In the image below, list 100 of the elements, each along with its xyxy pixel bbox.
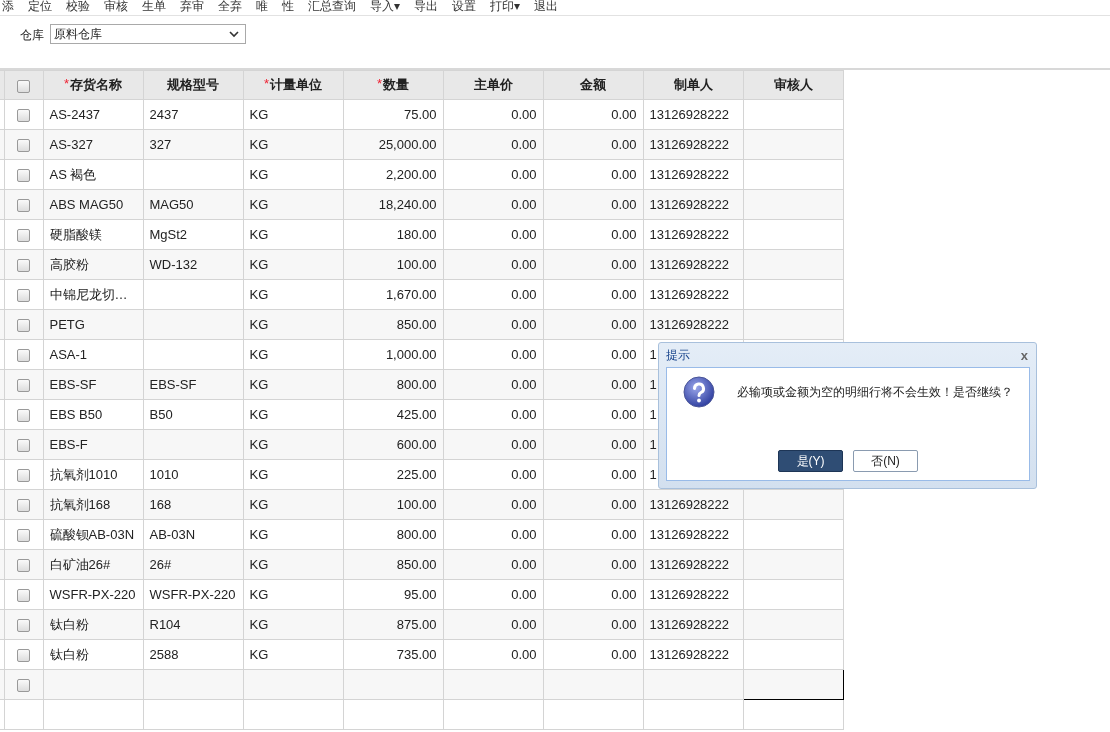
table-cell: EBS-F xyxy=(49,437,88,452)
table-cell: 高胶粉 xyxy=(49,256,89,272)
close-button[interactable]: x xyxy=(1018,347,1030,363)
focused-cell[interactable] xyxy=(743,669,843,700)
table-cell: KG xyxy=(249,377,269,392)
table-cell: 1 xyxy=(649,437,657,452)
toolbar-item[interactable]: 定位 xyxy=(28,0,52,15)
column-header: 计量单位 xyxy=(270,76,323,94)
toolbar-item[interactable]: 退出 xyxy=(534,0,559,15)
toolbar-item[interactable]: 添 xyxy=(2,0,14,15)
table-cell: 0.00 xyxy=(611,497,637,512)
table-cell: 抗氧剂168 xyxy=(49,496,111,512)
checkbox[interactable] xyxy=(17,319,30,333)
table-cell: 0.00 xyxy=(511,347,537,362)
required-mark: * xyxy=(263,76,270,93)
table-cell: KG xyxy=(249,527,269,542)
toolbar-item[interactable]: 弃审 xyxy=(180,0,204,15)
table-cell: 硬脂酸镁 xyxy=(49,226,102,242)
checkbox[interactable] xyxy=(17,109,30,123)
table-cell: 13126928222 xyxy=(649,257,730,272)
required-mark: * xyxy=(63,76,70,93)
toolbar-item[interactable]: 唯 xyxy=(256,0,268,15)
table-cell: 1 xyxy=(649,407,657,422)
table-cell: EBS-SF xyxy=(49,377,97,392)
checkbox[interactable] xyxy=(17,349,30,363)
table-cell: 0.00 xyxy=(511,197,537,212)
table-cell: KG xyxy=(249,107,269,122)
warehouse-select[interactable]: 原料仓库 xyxy=(50,24,246,44)
table-cell: 0.00 xyxy=(511,497,537,512)
table-cell: 100.00 xyxy=(396,497,437,512)
toolbar-item[interactable]: 校验 xyxy=(66,0,90,15)
checkbox[interactable] xyxy=(17,79,30,93)
table-cell: KG xyxy=(249,617,269,632)
column-header: 主单价 xyxy=(473,76,513,94)
toolbar-item[interactable]: 生单 xyxy=(142,0,166,15)
column-header: 制单人 xyxy=(673,76,713,94)
table-cell: 1010 xyxy=(149,467,179,482)
table-cell: 0.00 xyxy=(511,257,537,272)
yes-button[interactable]: 是(Y) xyxy=(778,450,843,472)
table-cell: KG xyxy=(249,587,269,602)
checkbox[interactable] xyxy=(17,469,30,483)
table-cell: 800.00 xyxy=(396,527,437,542)
checkbox[interactable] xyxy=(17,289,30,303)
table-cell: 0.00 xyxy=(511,557,537,572)
table-cell: 735.00 xyxy=(396,647,437,662)
table-cell: KG xyxy=(249,287,269,302)
table-cell: 0.00 xyxy=(611,407,637,422)
table-cell: 0.00 xyxy=(611,647,637,662)
checkbox[interactable] xyxy=(17,229,30,243)
checkbox[interactable] xyxy=(17,139,30,153)
table-cell: 0.00 xyxy=(511,377,537,392)
table-cell: KG xyxy=(249,197,269,212)
checkbox[interactable] xyxy=(17,529,30,543)
toolbar-item[interactable]: 性 xyxy=(282,0,294,15)
checkbox[interactable] xyxy=(17,589,30,603)
table-cell: 0.00 xyxy=(511,407,537,422)
checkbox[interactable] xyxy=(17,679,30,693)
table-cell: 800.00 xyxy=(396,377,437,392)
table-cell: 2437 xyxy=(149,107,179,122)
toolbar-item[interactable]: 全弃 xyxy=(218,0,242,15)
no-button[interactable]: 否(N) xyxy=(853,450,918,472)
table-cell: 850.00 xyxy=(396,557,437,572)
table-cell: 1 xyxy=(649,347,657,362)
toolbar-item[interactable]: 审核 xyxy=(104,0,128,15)
dialog-message: 必输项或金额为空的明细行将不会生效！是否继续？ xyxy=(737,383,1013,401)
table-cell: 1,670.00 xyxy=(385,287,437,302)
table-cell: AS 褐色 xyxy=(49,166,97,182)
table-cell: 抗氧剂1010 xyxy=(49,466,118,482)
table-cell: EBS-SF xyxy=(149,377,197,392)
toolbar-item[interactable]: 导出 xyxy=(414,0,439,15)
checkbox[interactable] xyxy=(17,409,30,423)
column-header: 数量 xyxy=(383,76,410,94)
table-cell: 13126928222 xyxy=(649,197,730,212)
checkbox[interactable] xyxy=(17,169,30,183)
table-cell: 13126928222 xyxy=(649,617,730,632)
checkbox[interactable] xyxy=(17,559,30,573)
checkbox[interactable] xyxy=(17,619,30,633)
table-cell: KG xyxy=(249,407,269,422)
table-cell: 13126928222 xyxy=(649,137,730,152)
table-cell: 0.00 xyxy=(611,227,637,242)
checkbox[interactable] xyxy=(17,439,30,453)
toolbar-item[interactable]: 设置 xyxy=(452,0,477,15)
toolbar-item[interactable]: 打印▾ xyxy=(490,0,521,15)
table-cell: 0.00 xyxy=(511,527,537,542)
table-cell: 600.00 xyxy=(396,437,437,452)
table-cell: 425.00 xyxy=(396,407,437,422)
checkbox[interactable] xyxy=(17,259,30,273)
warehouse-label: 仓库 xyxy=(20,27,44,44)
checkbox[interactable] xyxy=(17,649,30,663)
table-cell: AS-2437 xyxy=(49,107,101,122)
table-cell: 225.00 xyxy=(396,467,437,482)
table-cell: 2,200.00 xyxy=(385,167,437,182)
checkbox[interactable] xyxy=(17,379,30,393)
checkbox[interactable] xyxy=(17,499,30,513)
checkbox[interactable] xyxy=(17,199,30,213)
table-cell: KG xyxy=(249,257,269,272)
toolbar-item[interactable]: 导入▾ xyxy=(370,0,401,15)
dialog-title: 提示 xyxy=(666,346,690,364)
table-cell: KG xyxy=(249,347,269,362)
toolbar-item[interactable]: 汇总查询 xyxy=(308,0,356,15)
